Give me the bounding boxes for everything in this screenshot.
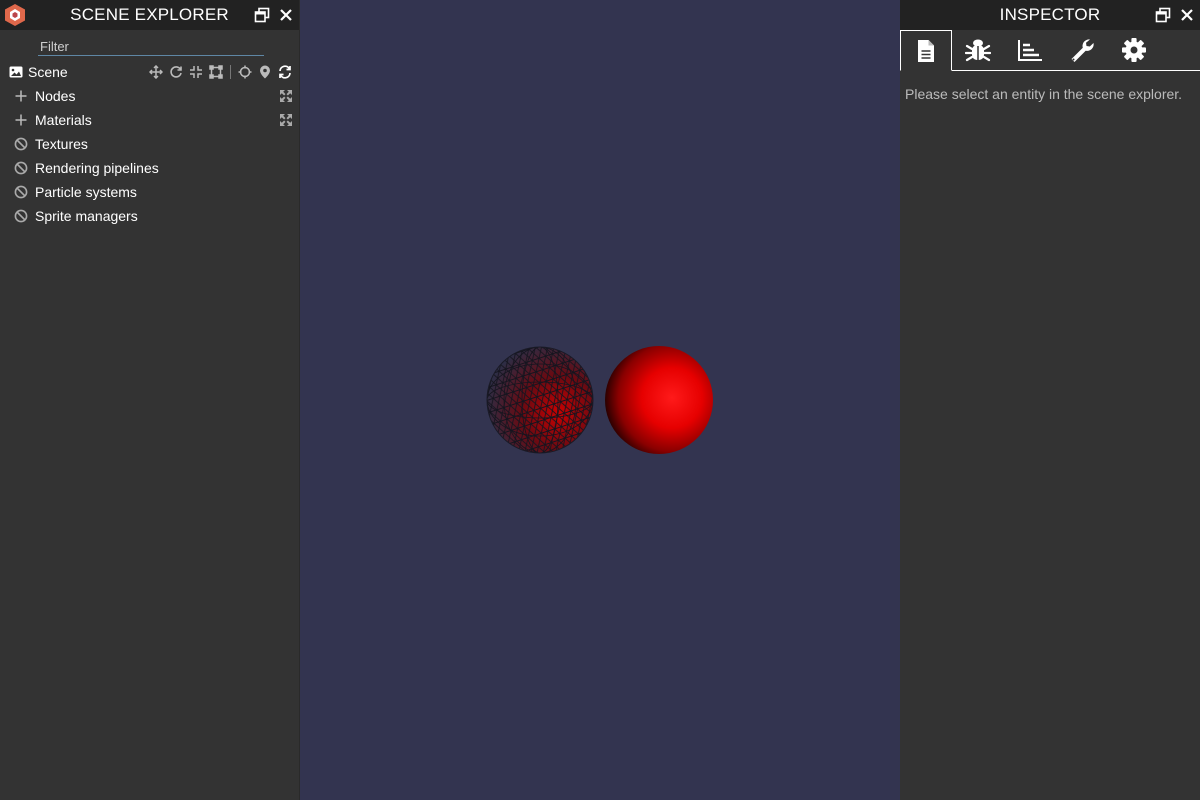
tree-item-label: Rendering pipelines [35, 160, 159, 176]
tree-item-scene[interactable]: Scene [0, 60, 299, 84]
inspector-pane: INSPECTOR Please select an entity in the… [900, 0, 1200, 800]
plus-icon[interactable] [14, 113, 28, 127]
tree-item-nodes[interactable]: Nodes [0, 84, 299, 108]
wrench-icon [1071, 39, 1094, 62]
scene-tools [146, 60, 295, 84]
tree-item-rendering-pipelines[interactable]: Rendering pipelines [0, 156, 299, 180]
bar-chart-icon [1018, 40, 1042, 61]
file-text-icon [918, 39, 934, 62]
scene-explorer-title: SCENE EXPLORER [70, 5, 229, 24]
bug-icon [965, 39, 991, 62]
tree-item-label: Particle systems [35, 184, 137, 200]
inspector-tabbar [900, 30, 1200, 71]
tree-item-label: Nodes [35, 88, 76, 104]
tab-statistics[interactable] [1004, 30, 1056, 70]
bounding-box-icon[interactable] [206, 60, 226, 84]
tab-tools[interactable] [1056, 30, 1108, 70]
image-icon [9, 65, 23, 79]
rotate-icon[interactable] [166, 60, 186, 84]
tree-item-label: Materials [35, 112, 92, 128]
gear-icon [1122, 38, 1146, 62]
babylon-logo-icon [4, 3, 26, 27]
popup-window-icon[interactable] [252, 5, 272, 25]
close-icon[interactable] [1177, 5, 1197, 25]
tree-item-materials[interactable]: Materials [0, 108, 299, 132]
crosshair-icon[interactable] [235, 60, 255, 84]
popup-window-icon[interactable] [1153, 5, 1173, 25]
filter-bar [0, 30, 299, 60]
filter-input[interactable] [38, 38, 264, 56]
render-canvas[interactable] [300, 0, 900, 800]
solid-sphere[interactable] [605, 346, 713, 454]
inspector-header: INSPECTOR [900, 0, 1200, 30]
tree-item-sprite-managers[interactable]: Sprite managers [0, 204, 299, 228]
inspector-title: INSPECTOR [999, 5, 1101, 24]
tree-item-label: Sprite managers [35, 208, 138, 224]
tab-properties[interactable] [900, 30, 952, 71]
translate-icon[interactable] [146, 60, 166, 84]
marker-icon[interactable] [255, 60, 275, 84]
plus-icon[interactable] [14, 89, 28, 103]
tab-debug[interactable] [952, 30, 1004, 70]
scene-explorer-pane: SCENE EXPLORER Scene [0, 0, 300, 800]
ban-icon [14, 137, 28, 151]
scene-label: Scene [28, 64, 68, 80]
tree-item-textures[interactable]: Textures [0, 132, 299, 156]
ban-icon [14, 209, 28, 223]
wireframe-sphere[interactable] [464, 324, 615, 475]
tool-separator [230, 65, 231, 79]
ban-icon [14, 161, 28, 175]
expand-all-icon[interactable] [279, 89, 293, 103]
tab-settings[interactable] [1108, 30, 1160, 70]
refresh-icon[interactable] [275, 60, 295, 84]
tree-item-label: Textures [35, 136, 88, 152]
scale-icon[interactable] [186, 60, 206, 84]
expand-all-icon[interactable] [279, 113, 293, 127]
tree-item-particle-systems[interactable]: Particle systems [0, 180, 299, 204]
ban-icon [14, 185, 28, 199]
scene-explorer-header: SCENE EXPLORER [0, 0, 299, 30]
close-icon[interactable] [276, 5, 296, 25]
empty-selection-message: Please select an entity in the scene exp… [905, 86, 1183, 102]
